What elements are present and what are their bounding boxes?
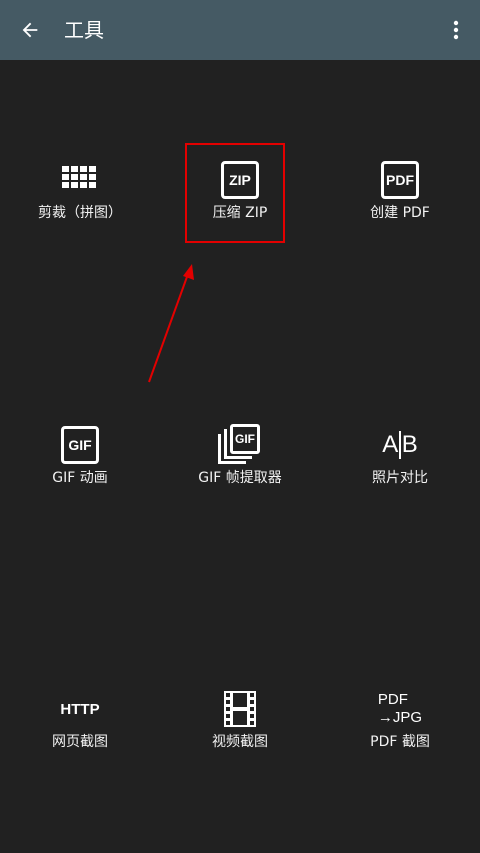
- tool-pdf-screenshot[interactable]: PDF →JPG PDF 截图: [320, 685, 480, 785]
- grid-icon: [56, 156, 104, 204]
- film-icon: [216, 685, 264, 733]
- gif-icon: GIF: [56, 421, 104, 469]
- tool-photo-compare[interactable]: A B 照片对比: [320, 421, 480, 521]
- ab-compare-icon-a: A: [382, 431, 399, 458]
- more-options-button[interactable]: [440, 12, 472, 48]
- tool-web-screenshot[interactable]: HTTP 网页截图: [0, 685, 160, 785]
- ab-compare-icon-b: B: [401, 431, 418, 458]
- pdf-icon-text: PDF: [381, 161, 419, 199]
- tool-label: 创建 PDF: [370, 205, 430, 221]
- tool-crop-collage[interactable]: 剪裁（拼图）: [0, 156, 160, 256]
- tool-label: GIF 动画: [52, 470, 108, 486]
- gif-frames-icon: GIF: [216, 421, 264, 469]
- tool-gif-frame-extractor[interactable]: GIF GIF 帧提取器: [160, 421, 320, 521]
- ab-compare-icon: A B: [376, 421, 424, 469]
- arrow-left-icon: [22, 22, 38, 38]
- tool-label: GIF 帧提取器: [198, 470, 282, 486]
- page-title: 工具: [64, 18, 104, 42]
- http-icon: HTTP: [56, 685, 104, 733]
- gif-icon-text: GIF: [61, 426, 99, 464]
- pdf-icon: PDF: [376, 156, 424, 204]
- tool-label: 照片对比: [372, 470, 428, 486]
- tool-label: 网页截图: [52, 734, 108, 750]
- tool-label: 视频截图: [212, 734, 268, 750]
- pdf-to-jpg-icon-line2: →JPG: [377, 709, 423, 726]
- annotation-arrow-icon: [148, 264, 194, 383]
- tool-label: PDF 截图: [370, 734, 430, 750]
- tool-gif-animation[interactable]: GIF GIF 动画: [0, 421, 160, 521]
- pdf-to-jpg-icon: PDF →JPG: [376, 685, 424, 733]
- tool-create-pdf[interactable]: PDF 创建 PDF: [320, 156, 480, 256]
- tool-video-screenshot[interactable]: 视频截图: [160, 685, 320, 785]
- http-icon-text: HTTP: [60, 700, 100, 718]
- more-vertical-icon: [453, 20, 459, 40]
- back-button[interactable]: [12, 12, 48, 48]
- gif-frames-icon-text: GIF: [230, 424, 260, 454]
- tool-label: 剪裁（拼图）: [38, 205, 122, 221]
- highlight-box: [185, 143, 285, 243]
- app-bar: 工具: [0, 0, 480, 60]
- pdf-to-jpg-icon-line1: PDF: [377, 691, 408, 708]
